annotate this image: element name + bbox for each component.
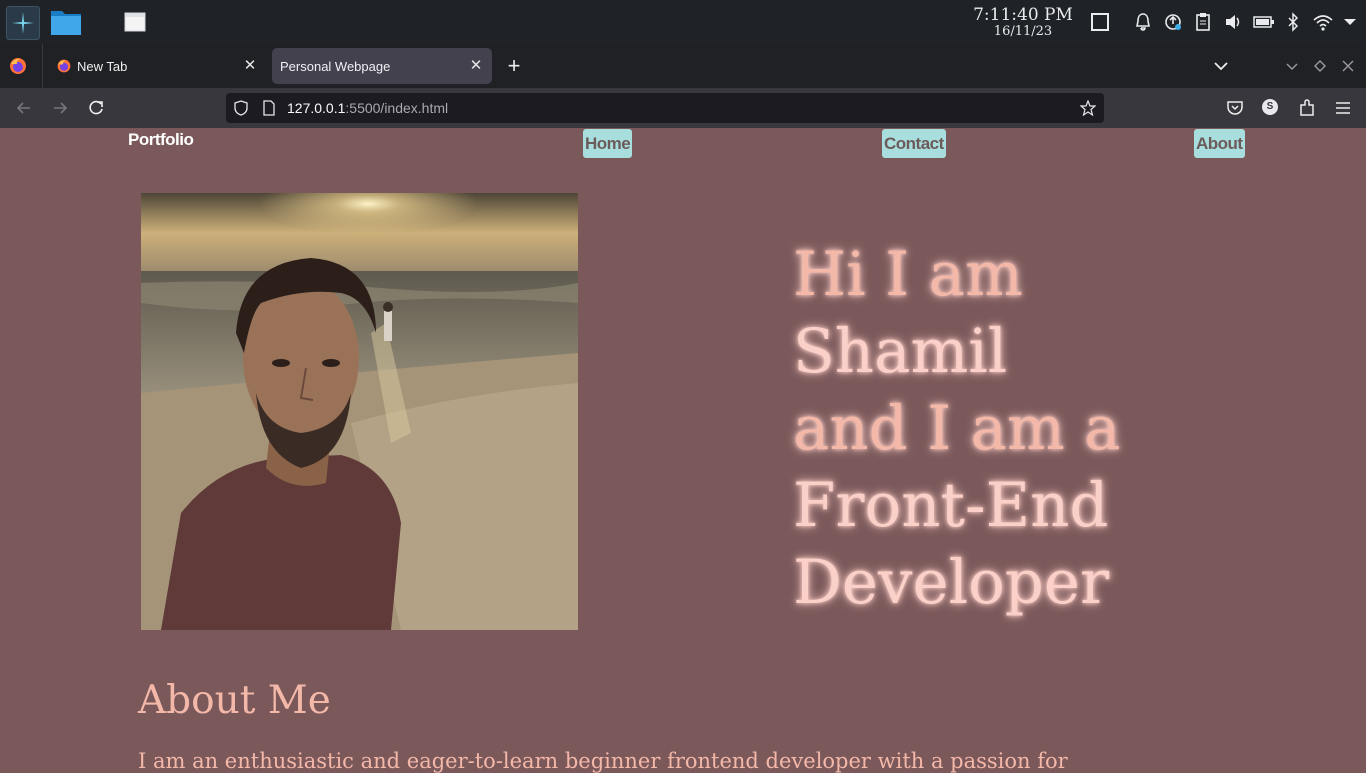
forward-icon[interactable] — [50, 98, 70, 118]
tab-personal-webpage[interactable]: Personal Webpage ✕ — [272, 48, 492, 84]
extensions-icon[interactable] — [1297, 98, 1317, 118]
hero-line-3: and I am a — [793, 393, 1121, 464]
tray-expand-icon[interactable] — [1343, 12, 1357, 32]
browser-toolbar: 127.0.0.1:5500/index.html S — [0, 88, 1366, 128]
clock-time: 7:11:40 PM — [973, 5, 1073, 25]
nav-contact-link[interactable]: Contact — [882, 129, 946, 158]
hero-role-line-2: Developer — [793, 547, 1110, 618]
url-path: :5500/index.html — [345, 100, 449, 116]
hamburger-menu-icon[interactable] — [1333, 98, 1353, 118]
bluetooth-icon[interactable] — [1284, 12, 1302, 32]
tab-separator — [42, 44, 43, 88]
back-icon[interactable] — [14, 98, 34, 118]
nav-home-link[interactable]: Home — [583, 129, 633, 158]
site-brand[interactable]: Portfolio — [128, 130, 194, 150]
page-icon[interactable] — [261, 100, 277, 116]
bookmark-star-icon[interactable] — [1079, 99, 1097, 117]
tab-title: New Tab — [77, 59, 128, 74]
browser-tab-strip: New Tab ✕ Personal Webpage ✕ + — [0, 44, 1366, 88]
reload-icon[interactable] — [86, 98, 106, 118]
wifi-icon[interactable] — [1312, 12, 1334, 32]
minimize-window-icon[interactable] — [1285, 58, 1299, 74]
system-clock[interactable]: 7:11:40 PM 16/11/23 — [964, 5, 1082, 39]
firefox-favicon-icon — [56, 58, 72, 74]
close-tab-icon[interactable]: ✕ — [468, 58, 484, 74]
about-paragraph: I am an enthusiastic and eager-to-learn … — [138, 749, 1068, 773]
clipboard-icon[interactable] — [1194, 12, 1212, 32]
account-avatar[interactable]: S — [1262, 99, 1278, 115]
close-tab-icon[interactable]: ✕ — [242, 58, 258, 74]
notifications-icon[interactable] — [1134, 12, 1152, 32]
tab-title: Personal Webpage — [280, 59, 391, 74]
list-all-tabs-icon[interactable] — [1213, 58, 1229, 74]
about-heading: About Me — [138, 678, 331, 723]
profile-photo — [141, 193, 578, 630]
app-launcher-icon[interactable] — [6, 6, 40, 40]
webpage-content: Portfolio Home Contact About Hi I am Sha… — [0, 128, 1366, 773]
firefox-icon[interactable] — [8, 56, 28, 76]
tab-new-tab[interactable]: New Tab ✕ — [46, 48, 266, 84]
address-bar[interactable]: 127.0.0.1:5500/index.html — [226, 93, 1104, 123]
show-desktop-icon[interactable] — [1091, 12, 1109, 32]
hero-role-line-1: Front-End — [793, 470, 1109, 541]
window-icon[interactable] — [124, 12, 146, 32]
maximize-window-icon[interactable] — [1313, 58, 1327, 74]
hero-name: Shamil — [793, 316, 1008, 387]
battery-icon[interactable] — [1253, 12, 1275, 32]
file-manager-icon[interactable] — [50, 8, 82, 36]
clock-date: 16/11/23 — [993, 24, 1053, 39]
url-text: 127.0.0.1:5500/index.html — [287, 100, 448, 116]
shield-icon[interactable] — [233, 100, 249, 116]
updates-icon[interactable] — [1164, 12, 1182, 32]
pocket-icon[interactable] — [1225, 98, 1245, 118]
nav-about-link[interactable]: About — [1194, 129, 1245, 158]
hero-heading: Hi I am Shamil and I am a Front-End Deve… — [793, 236, 1313, 621]
url-host: 127.0.0.1 — [287, 100, 346, 116]
close-window-icon[interactable] — [1341, 58, 1355, 74]
hero-line-1: Hi I am — [793, 239, 1023, 310]
system-taskbar: 7:11:40 PM 16/11/23 — [0, 0, 1366, 44]
new-tab-button[interactable]: + — [504, 55, 524, 77]
volume-icon[interactable] — [1224, 12, 1242, 32]
